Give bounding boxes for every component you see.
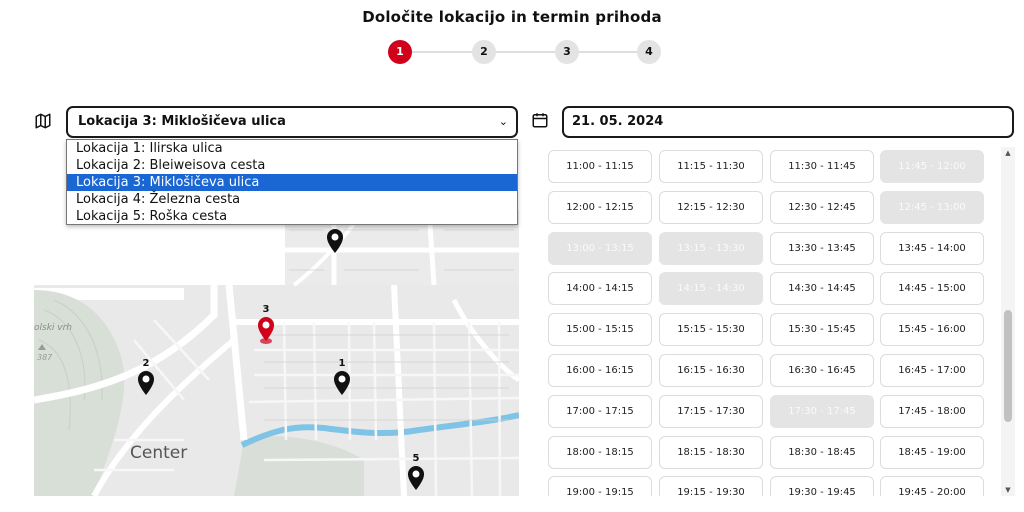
time-slot: 13:00 - 13:15	[548, 232, 652, 265]
calendar-icon[interactable]	[531, 111, 549, 129]
date-input[interactable]: 21. 05. 2024	[562, 106, 1014, 138]
time-slot-grid: 11:00 - 11:15 11:15 - 11:30 11:30 - 11:45 1…	[548, 150, 988, 496]
time-slot[interactable]: 15:15 - 15:30	[659, 313, 763, 346]
time-slot[interactable]: 16:15 - 16:30	[659, 354, 763, 387]
step-connector	[412, 51, 472, 53]
map-label-district: Center	[130, 443, 187, 463]
time-slot[interactable]: 14:00 - 14:15	[548, 272, 652, 305]
time-slot[interactable]: 13:30 - 13:45	[770, 232, 874, 265]
stepper: 1 2 3 4	[388, 40, 661, 64]
time-slot[interactable]: 11:15 - 11:30	[659, 150, 763, 183]
time-slot[interactable]: 17:00 - 17:15	[548, 395, 652, 428]
time-slot[interactable]: 19:00 - 19:15	[548, 476, 652, 496]
time-slot[interactable]: 11:00 - 11:15	[548, 150, 652, 183]
time-slot[interactable]: 18:30 - 18:45	[770, 436, 874, 469]
time-slot: 12:45 - 13:00	[880, 191, 984, 224]
time-slot: 17:30 - 17:45	[770, 395, 874, 428]
marker-label: 5	[413, 453, 420, 464]
time-slot[interactable]: 14:30 - 14:45	[770, 272, 874, 305]
location-dropdown-list: Lokacija 1: Ilirska ulica Lokacija 2: Bl…	[66, 139, 518, 225]
time-slot[interactable]: 18:15 - 18:30	[659, 436, 763, 469]
time-slot[interactable]: 12:30 - 12:45	[770, 191, 874, 224]
time-slot[interactable]: 17:45 - 18:00	[880, 395, 984, 428]
marker-label: 1	[339, 358, 346, 369]
time-slot: 11:45 - 12:00	[880, 150, 984, 183]
map-icon	[34, 112, 52, 130]
map-label-hill: olski vrh	[34, 323, 72, 333]
location-select[interactable]: Lokacija 3: Miklošičeva ulica ⌄	[66, 106, 518, 138]
time-slot[interactable]: 12:00 - 12:15	[548, 191, 652, 224]
time-slot[interactable]: 14:45 - 15:00	[880, 272, 984, 305]
time-slot[interactable]: 15:45 - 16:00	[880, 313, 984, 346]
time-slot-scrollbar[interactable]: ▲ ▼	[1001, 147, 1015, 496]
location-option-2[interactable]: Lokacija 2: Bleiweisova cesta	[67, 157, 517, 174]
step-connector	[496, 51, 555, 53]
location-select-value: Lokacija 3: Miklošičeva ulica	[78, 114, 286, 129]
scroll-up-icon[interactable]: ▲	[1001, 149, 1015, 157]
step-2[interactable]: 2	[472, 40, 496, 64]
scroll-down-icon[interactable]: ▼	[1001, 486, 1015, 494]
time-slot[interactable]: 12:15 - 12:30	[659, 191, 763, 224]
page-title: Določite lokacijo in termin prihoda	[362, 8, 662, 26]
step-4[interactable]: 4	[637, 40, 661, 64]
time-slot[interactable]: 19:45 - 20:00	[880, 476, 984, 496]
step-connector	[579, 51, 637, 53]
time-slot[interactable]: 18:00 - 18:15	[548, 436, 652, 469]
marker-label: 2	[143, 358, 150, 369]
location-option-4[interactable]: Lokacija 4: Železna cesta	[67, 191, 517, 208]
scrollbar-thumb[interactable]	[1004, 310, 1012, 422]
map-label-elevation: 387	[37, 353, 53, 362]
time-slot[interactable]: 15:00 - 15:15	[548, 313, 652, 346]
location-option-5[interactable]: Lokacija 5: Roška cesta	[67, 208, 517, 225]
time-slot[interactable]: 19:15 - 19:30	[659, 476, 763, 496]
step-3[interactable]: 3	[555, 40, 579, 64]
time-slot[interactable]: 16:00 - 16:15	[548, 354, 652, 387]
time-slot[interactable]: 13:45 - 14:00	[880, 232, 984, 265]
time-slot[interactable]: 18:45 - 19:00	[880, 436, 984, 469]
time-slot: 13:15 - 13:30	[659, 232, 763, 265]
time-slot[interactable]: 17:15 - 17:30	[659, 395, 763, 428]
time-slot: 14:15 - 14:30	[659, 272, 763, 305]
time-slot[interactable]: 11:30 - 11:45	[770, 150, 874, 183]
time-slot[interactable]: 16:45 - 17:00	[880, 354, 984, 387]
time-slot[interactable]: 19:30 - 19:45	[770, 476, 874, 496]
time-slot[interactable]: 16:30 - 16:45	[770, 354, 874, 387]
chevron-down-icon[interactable]: ⌄	[499, 108, 508, 136]
location-option-1[interactable]: Lokacija 1: Ilirska ulica	[67, 140, 517, 157]
time-slot[interactable]: 15:30 - 15:45	[770, 313, 874, 346]
location-option-3[interactable]: Lokacija 3: Miklošičeva ulica	[67, 174, 517, 191]
marker-label: 3	[263, 304, 270, 315]
step-1[interactable]: 1	[388, 40, 412, 64]
